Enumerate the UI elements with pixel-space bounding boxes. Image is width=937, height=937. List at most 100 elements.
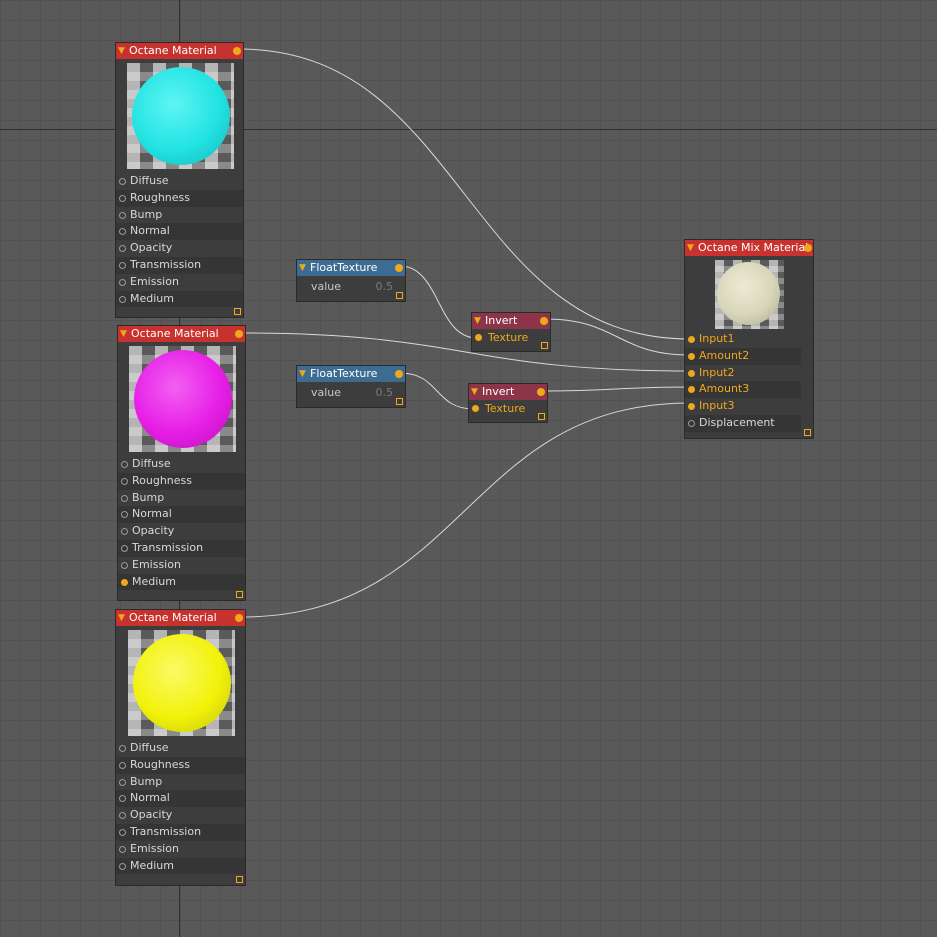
port-input3[interactable]: Input3 bbox=[685, 398, 801, 415]
invert-node-2[interactable]: ▼ Invert Texture bbox=[468, 383, 548, 423]
resize-handle-icon[interactable] bbox=[396, 398, 403, 405]
port-bump[interactable]: Bump bbox=[116, 774, 245, 791]
collapse-triangle-icon[interactable]: ▼ bbox=[118, 610, 125, 626]
collapse-triangle-icon[interactable]: ▼ bbox=[471, 384, 478, 400]
port-opacity[interactable]: Opacity bbox=[116, 240, 243, 257]
port-emission[interactable]: Emission bbox=[118, 557, 245, 574]
input-pin-icon[interactable] bbox=[119, 261, 126, 269]
port-normal[interactable]: Normal bbox=[118, 506, 245, 524]
float-texture-node-1[interactable]: ▼ FloatTexture value 0.5 bbox=[296, 259, 406, 302]
wire-float2-to-invert2[interactable] bbox=[399, 372, 475, 410]
port-medium[interactable]: Medium bbox=[116, 857, 245, 875]
node-header[interactable]: ▼ Invert bbox=[469, 384, 547, 400]
node-header[interactable]: ▼ Octane Material bbox=[116, 43, 243, 59]
value-number[interactable]: 0.5 bbox=[376, 278, 394, 296]
input-pin-icon[interactable] bbox=[119, 828, 126, 836]
output-pin-icon[interactable] bbox=[540, 317, 548, 325]
connected-pin-icon[interactable] bbox=[688, 336, 695, 343]
port-amount3[interactable]: Amount3 bbox=[685, 381, 801, 399]
input-pin-icon[interactable] bbox=[119, 845, 126, 853]
collapse-triangle-icon[interactable]: ▼ bbox=[120, 326, 127, 342]
output-pin-icon[interactable] bbox=[395, 264, 403, 272]
port-normal[interactable]: Normal bbox=[116, 223, 243, 241]
resize-handle-icon[interactable] bbox=[236, 876, 243, 883]
resize-handle-icon[interactable] bbox=[236, 591, 243, 598]
collapse-triangle-icon[interactable]: ▼ bbox=[118, 43, 125, 59]
value-number[interactable]: 0.5 bbox=[376, 384, 394, 402]
input-pin-icon[interactable] bbox=[121, 494, 128, 502]
resize-handle-icon[interactable] bbox=[396, 292, 403, 299]
node-header[interactable]: ▼ FloatTexture bbox=[297, 260, 405, 276]
input-pin-icon[interactable] bbox=[119, 211, 126, 219]
port-diffuse[interactable]: Diffuse bbox=[118, 456, 245, 473]
input-pin-icon[interactable] bbox=[688, 419, 695, 427]
port-texture[interactable]: Texture bbox=[469, 401, 547, 417]
input-pin-icon[interactable] bbox=[119, 178, 126, 185]
connected-pin-icon[interactable] bbox=[475, 334, 482, 341]
input-pin-icon[interactable] bbox=[119, 194, 126, 202]
float-texture-node-2[interactable]: ▼ FloatTexture value 0.5 bbox=[296, 365, 406, 408]
resize-handle-icon[interactable] bbox=[541, 342, 548, 349]
port-opacity[interactable]: Opacity bbox=[118, 523, 245, 540]
input-pin-icon[interactable] bbox=[121, 511, 128, 519]
wire-float1-to-invert1[interactable] bbox=[399, 265, 478, 339]
input-pin-icon[interactable] bbox=[119, 862, 126, 870]
input-pin-icon[interactable] bbox=[119, 295, 126, 303]
port-emission[interactable]: Emission bbox=[116, 274, 243, 291]
octane-material-node-2[interactable]: ▼ Octane Material Diffuse Roughness Bump… bbox=[117, 325, 246, 601]
node-header[interactable]: ▼ FloatTexture bbox=[297, 366, 405, 382]
node-header[interactable]: ▼ Octane Material bbox=[118, 326, 245, 342]
wire-invert2-to-amount3[interactable] bbox=[541, 386, 691, 392]
port-roughness[interactable]: Roughness bbox=[118, 472, 245, 490]
port-amount2[interactable]: Amount2 bbox=[685, 347, 801, 365]
output-pin-icon[interactable] bbox=[233, 47, 241, 55]
port-roughness[interactable]: Roughness bbox=[116, 756, 245, 774]
input-pin-icon[interactable] bbox=[121, 461, 128, 468]
connected-pin-icon[interactable] bbox=[688, 352, 695, 360]
input-pin-icon[interactable] bbox=[121, 477, 128, 485]
connected-pin-icon[interactable] bbox=[688, 386, 695, 394]
input-pin-icon[interactable] bbox=[119, 228, 126, 236]
port-normal[interactable]: Normal bbox=[116, 790, 245, 808]
input-pin-icon[interactable] bbox=[121, 528, 128, 536]
resize-handle-icon[interactable] bbox=[804, 429, 811, 436]
collapse-triangle-icon[interactable]: ▼ bbox=[299, 366, 306, 382]
collapse-triangle-icon[interactable]: ▼ bbox=[299, 260, 306, 276]
resize-handle-icon[interactable] bbox=[538, 413, 545, 420]
output-pin-icon[interactable] bbox=[395, 370, 403, 378]
invert-node-1[interactable]: ▼ Invert Texture bbox=[471, 312, 551, 352]
connected-pin-icon[interactable] bbox=[472, 405, 479, 412]
node-header[interactable]: ▼ Octane Mix Material bbox=[685, 240, 813, 256]
input-pin-icon[interactable] bbox=[119, 795, 126, 803]
port-opacity[interactable]: Opacity bbox=[116, 807, 245, 824]
port-bump[interactable]: Bump bbox=[116, 207, 243, 224]
collapse-triangle-icon[interactable]: ▼ bbox=[474, 313, 481, 329]
port-transmission[interactable]: Transmission bbox=[116, 256, 243, 274]
input-pin-icon[interactable] bbox=[121, 561, 128, 569]
collapse-triangle-icon[interactable]: ▼ bbox=[687, 240, 694, 256]
port-transmission[interactable]: Transmission bbox=[118, 539, 245, 557]
input-pin-icon[interactable] bbox=[119, 245, 126, 253]
port-displacement[interactable]: Displacement bbox=[685, 414, 801, 432]
port-transmission[interactable]: Transmission bbox=[116, 823, 245, 841]
octane-mix-material-node[interactable]: ▼ Octane Mix Material Input1 Amount2 Inp… bbox=[684, 239, 814, 439]
input-pin-icon[interactable] bbox=[119, 812, 126, 820]
port-diffuse[interactable]: Diffuse bbox=[116, 740, 245, 757]
port-texture[interactable]: Texture bbox=[472, 330, 550, 346]
port-medium[interactable]: Medium bbox=[116, 290, 243, 308]
port-diffuse[interactable]: Diffuse bbox=[116, 173, 243, 190]
port-roughness[interactable]: Roughness bbox=[116, 189, 243, 207]
connected-pin-icon[interactable] bbox=[688, 369, 695, 377]
connected-pin-icon[interactable] bbox=[121, 578, 128, 586]
output-pin-icon[interactable] bbox=[235, 330, 243, 338]
input-pin-icon[interactable] bbox=[121, 544, 128, 552]
octane-material-node-1[interactable]: ▼ Octane Material Diffuse Roughness Bump… bbox=[115, 42, 244, 318]
input-pin-icon[interactable] bbox=[119, 778, 126, 786]
output-pin-icon[interactable] bbox=[537, 388, 545, 396]
wire-material3-to-input3[interactable] bbox=[240, 402, 691, 618]
value-field[interactable]: value 0.5 bbox=[297, 384, 405, 402]
output-pin-icon[interactable] bbox=[235, 614, 243, 622]
node-header[interactable]: ▼ Invert bbox=[472, 313, 550, 329]
value-field[interactable]: value 0.5 bbox=[297, 278, 405, 296]
input-pin-icon[interactable] bbox=[119, 745, 126, 752]
